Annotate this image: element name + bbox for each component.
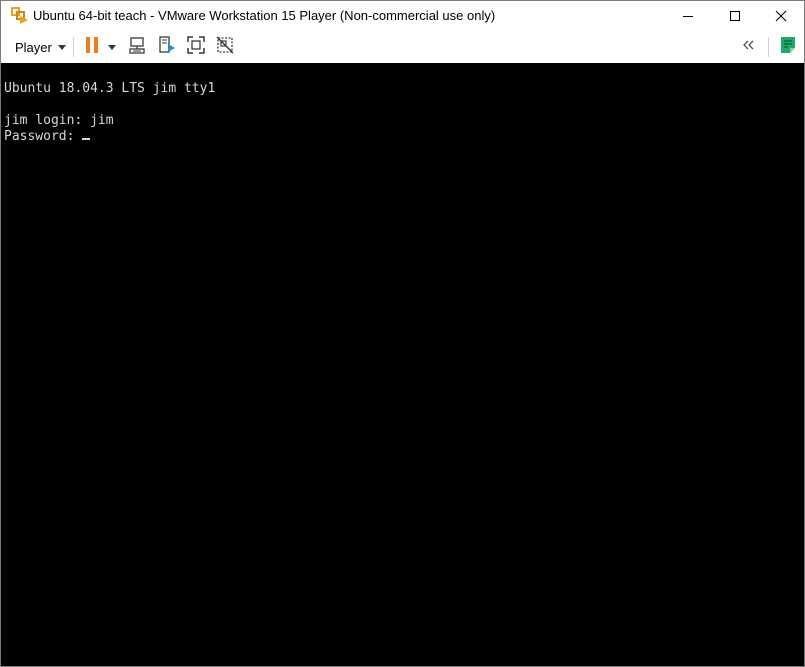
- ctrl-alt-del-icon: [128, 35, 148, 60]
- close-icon: [775, 10, 787, 22]
- toolbar-separator: [73, 37, 74, 57]
- vmware-player-window: Ubuntu 64-bit teach - VMware Workstation…: [0, 0, 805, 667]
- vmware-player-icon: [11, 7, 29, 25]
- double-chevron-left-icon: [739, 35, 759, 60]
- unity-button[interactable]: [214, 35, 236, 60]
- chevron-down-icon: [57, 44, 66, 50]
- unity-icon: [215, 35, 235, 60]
- window-title: Ubuntu 64-bit teach - VMware Workstation…: [33, 8, 496, 23]
- pause-icon: [84, 36, 100, 59]
- full-screen-button[interactable]: [185, 35, 207, 60]
- removable-devices-button[interactable]: [156, 35, 178, 60]
- console-password-line: Password:: [4, 129, 91, 145]
- minimize-button[interactable]: [665, 1, 711, 30]
- library-icon: [778, 35, 798, 60]
- console-line: jim login: jim: [4, 113, 114, 128]
- removable-devices-icon: [157, 35, 177, 60]
- console-line: Ubuntu 18.04.3 LTS jim tty1: [4, 81, 216, 96]
- close-button[interactable]: [758, 1, 804, 30]
- title-bar[interactable]: Ubuntu 64-bit teach - VMware Workstation…: [1, 1, 804, 31]
- send-ctrl-alt-del-button[interactable]: [127, 36, 149, 58]
- toolbar-separator: [768, 37, 769, 57]
- password-prompt: Password:: [4, 129, 83, 144]
- text-cursor: [82, 138, 91, 140]
- maximize-icon: [729, 10, 741, 22]
- pause-dropdown-icon[interactable]: [108, 45, 116, 50]
- player-menu-button[interactable]: Player: [9, 35, 72, 59]
- library-button[interactable]: [777, 36, 799, 58]
- collapse-library-button[interactable]: [738, 36, 760, 58]
- toolbar: Player: [1, 31, 804, 63]
- maximize-button[interactable]: [712, 1, 758, 30]
- minimize-icon: [682, 10, 694, 22]
- full-screen-icon: [186, 35, 206, 60]
- vm-console[interactable]: Ubuntu 18.04.3 LTS jim tty1 jim login: j…: [1, 63, 804, 666]
- player-menu-label: Player: [15, 39, 52, 55]
- pause-button[interactable]: [81, 36, 103, 58]
